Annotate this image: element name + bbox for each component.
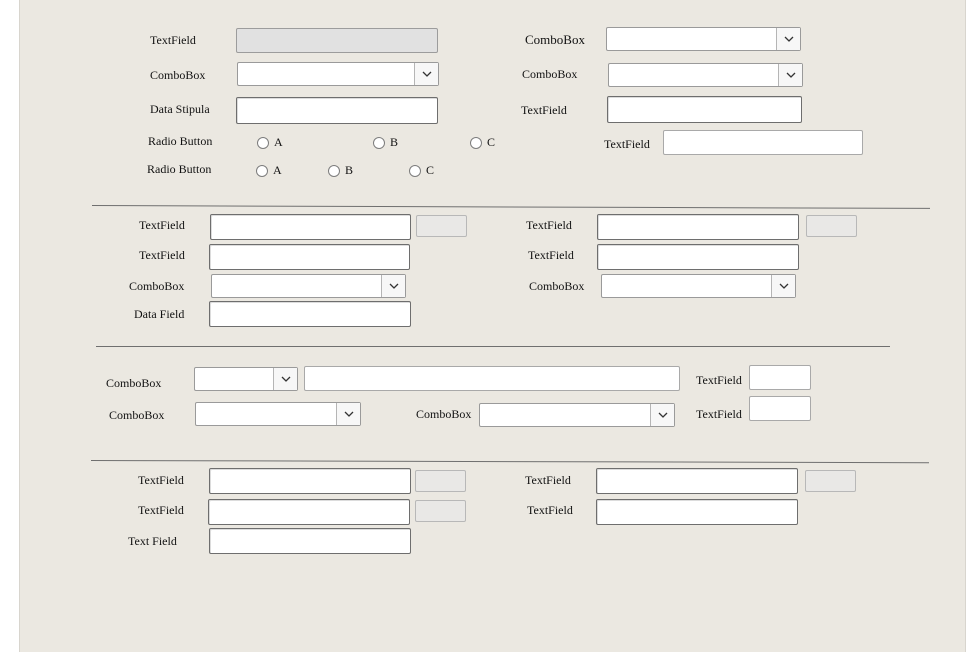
combobox-label: ComboBox [150,68,206,82]
textfield-label: TextField [139,218,185,232]
textfield-label: TextField [521,103,567,117]
combobox[interactable] [479,403,675,427]
textfield-label: TextField [139,248,185,262]
small-button[interactable] [806,215,857,237]
textfield[interactable] [208,499,410,525]
radio-button-label: Radio Button [147,162,212,176]
textfield-label: TextField [150,33,196,47]
combobox-label: ComboBox [129,279,185,293]
combobox[interactable] [211,274,406,298]
textfield-label: TextField [527,503,573,517]
textfield-label: TextField [528,248,574,262]
data-field-label: Data Field [134,307,185,321]
combobox-label: ComboBox [522,67,578,81]
textfield[interactable] [596,468,798,494]
chevron-down-icon[interactable] [381,275,405,297]
data-field[interactable] [209,301,411,327]
textfield-right[interactable] [607,96,802,123]
combobox-label: ComboBox [525,32,585,47]
data-stipula-label: Data Stipula [150,102,210,116]
textfield-small[interactable] [749,396,811,421]
radio-button-label: Radio Button [148,134,213,148]
combobox-left[interactable] [237,62,439,86]
small-button[interactable] [805,470,856,492]
form-panel [19,0,966,652]
combobox-label: ComboBox [106,376,162,390]
textfield-label: TextField [138,503,184,517]
combobox-label: ComboBox [529,279,585,293]
textfield-small[interactable] [749,365,811,390]
textfield-label: TextField [138,473,184,487]
small-button[interactable] [416,215,467,237]
small-button[interactable] [415,470,466,492]
textfield-label: TextField [604,137,650,151]
textfield[interactable] [597,214,799,240]
chevron-down-icon[interactable] [778,64,802,86]
textfield[interactable] [209,244,410,270]
chevron-down-icon[interactable] [771,275,795,297]
combobox-text-input[interactable] [304,366,680,391]
small-button[interactable] [415,500,466,522]
chevron-down-icon[interactable] [650,404,674,426]
combobox[interactable] [195,402,361,426]
textfield[interactable] [210,214,411,240]
combobox-small[interactable] [194,367,298,391]
combobox-label: ComboBox [416,407,472,421]
chevron-down-icon[interactable] [273,368,297,390]
chevron-down-icon[interactable] [776,28,800,50]
combobox-top-right[interactable] [606,27,801,51]
textfield[interactable] [209,468,411,494]
section-divider [96,346,890,347]
textfield-disabled [236,28,438,53]
chevron-down-icon[interactable] [336,403,360,425]
combobox-right[interactable] [608,63,803,87]
textfield-label: TextField [696,373,742,387]
textfield-label: TextField [525,473,571,487]
chevron-down-icon[interactable] [414,63,438,85]
text-field[interactable] [209,528,411,554]
combobox-label: ComboBox [109,408,165,422]
textfield-label: TextField [526,218,572,232]
textfield[interactable] [597,244,799,270]
data-stipula-field[interactable] [236,97,438,124]
textfield-label: TextField [696,407,742,421]
textfield-right-2[interactable] [663,130,863,155]
text-field-label: Text Field [128,534,177,548]
textfield[interactable] [596,499,798,525]
combobox[interactable] [601,274,796,298]
